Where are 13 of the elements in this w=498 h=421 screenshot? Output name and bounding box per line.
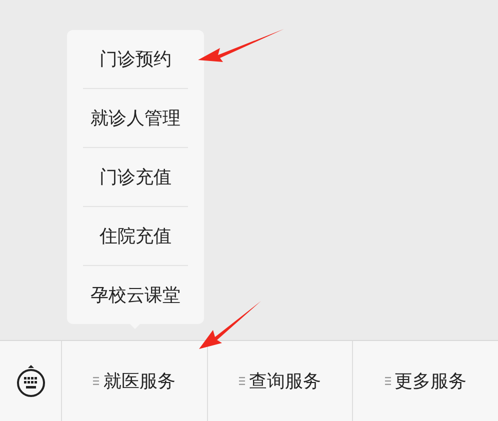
- menu-item[interactable]: 门诊充值: [83, 148, 188, 206]
- menu-tab[interactable]: 更多服务: [353, 341, 498, 421]
- menu-item[interactable]: 门诊预约: [83, 30, 188, 88]
- menu-tab-label: 就医服务: [103, 370, 176, 393]
- menu-item[interactable]: 住院充值: [83, 207, 188, 265]
- menu-tab-label: 查询服务: [249, 370, 321, 393]
- menu-lines-icon: [93, 377, 100, 385]
- menu-lines-icon: [384, 377, 391, 385]
- menu-lines-icon: [239, 377, 245, 385]
- menu-item[interactable]: 孕校云课堂: [83, 266, 188, 324]
- keyboard-icon: [16, 364, 46, 398]
- menu-tab-label: 更多服务: [394, 370, 467, 393]
- menu-item[interactable]: 就诊人管理: [83, 89, 188, 147]
